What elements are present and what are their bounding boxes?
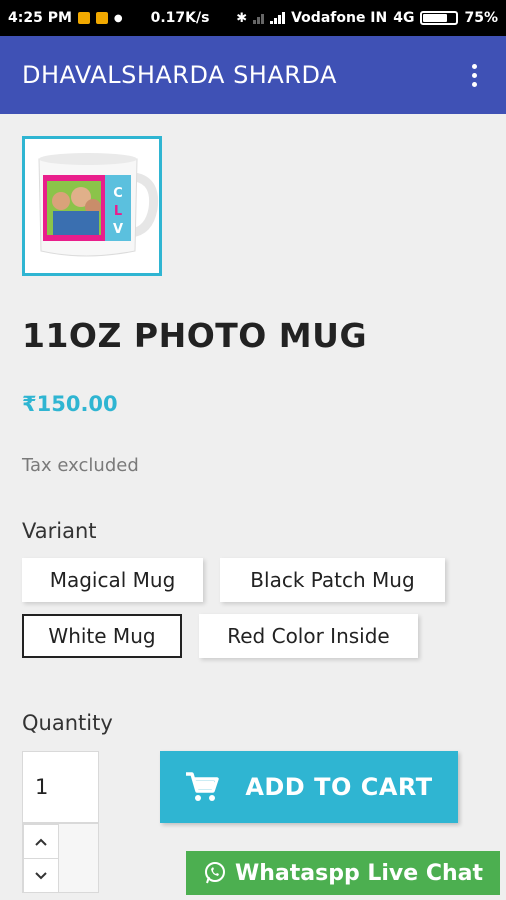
- battery-icon: [420, 11, 459, 25]
- product-price: ₹150.00: [22, 392, 118, 416]
- whatsapp-chat-label: Whataspp Live Chat: [234, 860, 484, 886]
- battery-percent: 75%: [464, 10, 498, 26]
- variant-red-color-inside[interactable]: Red Color Inside: [199, 614, 418, 658]
- svg-text:C: C: [113, 186, 123, 201]
- chevron-up-icon: [35, 838, 47, 846]
- notification-icon: [77, 12, 90, 24]
- chevron-down-icon: [35, 871, 47, 879]
- tax-note: Tax excluded: [22, 455, 139, 476]
- whatsapp-icon: [204, 862, 225, 884]
- bluetooth-icon: ✱: [236, 10, 248, 26]
- quantity-decrease-button[interactable]: [23, 858, 59, 893]
- more-vert-icon[interactable]: [464, 63, 484, 87]
- quantity-label: Quantity: [22, 711, 113, 735]
- variant-white-mug[interactable]: White Mug: [22, 614, 182, 658]
- cart-icon: [186, 772, 220, 801]
- quantity-stepper: [22, 823, 99, 893]
- carrier-name: Vodafone IN: [291, 10, 388, 26]
- notification-dot-icon: ●: [113, 12, 123, 24]
- whatsapp-chat-button[interactable]: Whataspp Live Chat: [186, 851, 500, 895]
- status-bar: 4:25 PM ● 0.17K/s ✱ Vodafone IN 4G 75%: [0, 0, 506, 36]
- network-type: 4G: [393, 10, 415, 26]
- variant-magical-mug[interactable]: Magical Mug: [22, 558, 203, 602]
- network-speed: 0.17K/s: [150, 10, 210, 26]
- signal-icon: [270, 12, 286, 24]
- app-title: DHAVALSHARDA SHARDA: [22, 61, 337, 89]
- svg-text:L: L: [114, 204, 122, 219]
- product-name: 11OZ PHOTO MUG: [22, 316, 368, 355]
- quantity-increase-button[interactable]: [23, 824, 59, 859]
- variant-label: Variant: [22, 519, 97, 543]
- quantity-input[interactable]: 1: [22, 751, 99, 823]
- signal-weak-icon: [253, 12, 265, 24]
- product-thumbnail[interactable]: C L V: [22, 136, 162, 276]
- mug-image: C L V: [25, 139, 159, 273]
- notification-icon: [95, 12, 108, 24]
- add-to-cart-label: ADD TO CART: [245, 773, 433, 801]
- variant-black-patch-mug[interactable]: Black Patch Mug: [220, 558, 445, 602]
- status-time: 4:25 PM: [8, 10, 72, 26]
- svg-text:V: V: [113, 222, 123, 237]
- add-to-cart-button[interactable]: ADD TO CART: [160, 751, 458, 823]
- app-bar: DHAVALSHARDA SHARDA: [0, 36, 506, 114]
